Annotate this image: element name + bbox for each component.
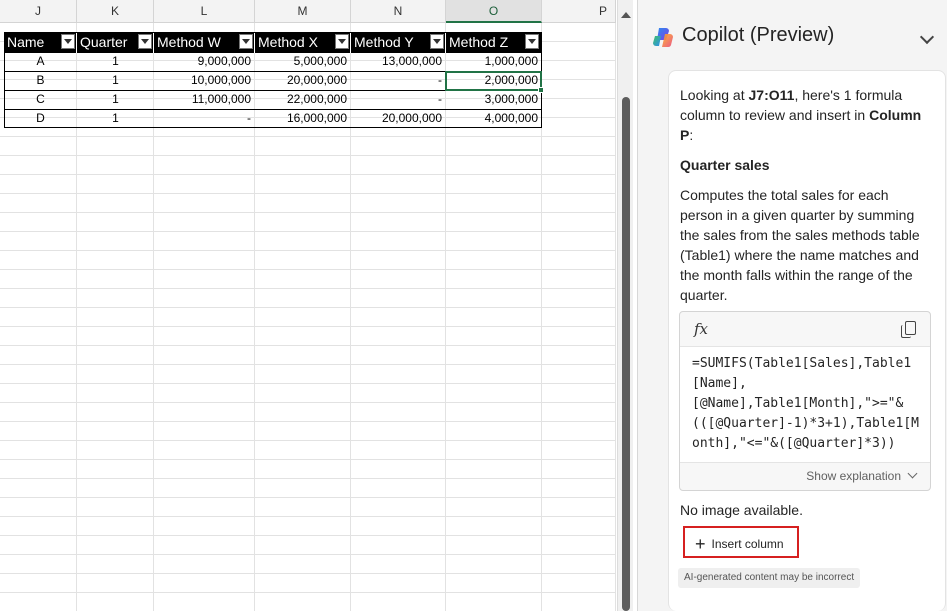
table-cell[interactable]: 1 [77,90,154,109]
vertical-scrollbar[interactable] [617,0,633,611]
show-explanation-button[interactable]: Show explanation [806,468,918,483]
copilot-pane: Copilot (Preview) Looking at J7:O11, her… [637,0,947,611]
formula-heading: Quarter sales [680,157,770,173]
table-cell[interactable]: D [4,109,77,128]
grid-row-line [0,213,616,232]
grid-row-line [0,365,616,384]
formula-code[interactable]: =SUMIFS(Table1[Sales],Table1[Name], [@Na… [680,346,930,463]
filter-dropdown-icon[interactable] [239,34,253,49]
column-header-k[interactable]: K [77,0,154,23]
row-divider [4,109,542,110]
table-cell[interactable]: C [4,90,77,109]
table-cell[interactable]: 20,000,000 [351,109,446,128]
grid-row-line [0,536,616,555]
copy-icon[interactable] [901,321,916,338]
column-header-j[interactable]: J [0,0,77,23]
grid-row-line [0,574,616,593]
table-cell[interactable]: 10,000,000 [154,71,255,90]
filter-dropdown-icon[interactable] [525,34,539,49]
table-cell[interactable]: 3,000,000 [446,90,542,109]
table-cell[interactable]: 13,000,000 [351,52,446,71]
table-cell[interactable]: - [351,90,446,109]
grid-row-line [0,251,616,270]
grid-row-line [0,137,616,156]
range-reference: J7:O11 [748,87,795,103]
grid-row-line [0,175,616,194]
filter-dropdown-icon[interactable] [335,34,349,49]
fx-icon: fx [694,320,709,338]
table-cell[interactable]: 2,000,000 [446,71,542,90]
grid-row-line [0,289,616,308]
grid-row-line [0,498,616,517]
table-cell[interactable]: - [154,109,255,128]
formula-box: fx =SUMIFS(Table1[Sales],Table1[Name], [… [679,311,931,491]
grid-row-line [0,270,616,289]
grid-row-line [0,194,616,213]
table-cell[interactable]: 20,000,000 [255,71,351,90]
grid-row-line [0,422,616,441]
column-header-p[interactable]: P [542,0,616,23]
table-cell[interactable]: 1 [77,52,154,71]
row-divider [4,71,542,72]
grid-row-line [0,441,616,460]
fill-handle[interactable] [538,87,544,93]
column-header-m[interactable]: M [255,0,351,23]
table-cell[interactable]: 1 [77,109,154,128]
grid-row-line [0,384,616,403]
grid-row-line [0,555,616,574]
formula-description: Computes the total sales for each person… [680,187,920,303]
ai-disclaimer-badge: AI-generated content may be incorrect [678,568,861,588]
filter-dropdown-icon[interactable] [138,34,152,49]
table-cell[interactable]: 22,000,000 [255,90,351,109]
scroll-up-icon[interactable] [621,12,631,18]
column-header-o[interactable]: O [446,0,542,23]
grid-row-line [0,327,616,346]
table-cell[interactable]: A [4,52,77,71]
row-divider [4,90,542,91]
filter-dropdown-icon[interactable] [430,34,444,49]
table-cell[interactable]: B [4,71,77,90]
response-card: Looking at J7:O11, here's 1 formula colu… [668,70,946,611]
chevron-down-icon [907,468,918,479]
spreadsheet-grid[interactable]: J K L M N O P Name Quarter Method W Meth… [0,0,616,611]
grid-row-line [0,346,616,365]
scrollbar-thumb[interactable] [622,97,630,611]
no-image-text: No image available. [680,502,803,518]
grid-row-line [0,403,616,422]
insert-column-button[interactable]: + Insert column [683,526,799,558]
grid-row-line [0,156,616,175]
table-cell[interactable]: 1 [77,71,154,90]
intro-text: Looking at J7:O11, here's 1 formula colu… [680,87,922,143]
copilot-title: Copilot (Preview) [682,24,835,46]
table-cell[interactable]: 9,000,000 [154,52,255,71]
table-cell[interactable]: 16,000,000 [255,109,351,128]
table-cell[interactable]: - [351,71,446,90]
grid-row-line [0,479,616,498]
table-cell[interactable]: 5,000,000 [255,52,351,71]
column-header-n[interactable]: N [351,0,446,23]
grid-row-line [0,460,616,479]
grid-row-line [0,232,616,251]
table-cell[interactable]: 1,000,000 [446,52,542,71]
grid-row-line [0,517,616,536]
plus-icon: + [695,534,706,554]
table-cell[interactable]: 11,000,000 [154,90,255,109]
table-cell[interactable]: 4,000,000 [446,109,542,128]
filter-dropdown-icon[interactable] [61,34,75,49]
collapse-chevron-icon[interactable] [919,29,935,45]
grid-row-line [0,308,616,327]
column-header-l[interactable]: L [154,0,255,23]
copilot-logo-icon [653,28,673,48]
